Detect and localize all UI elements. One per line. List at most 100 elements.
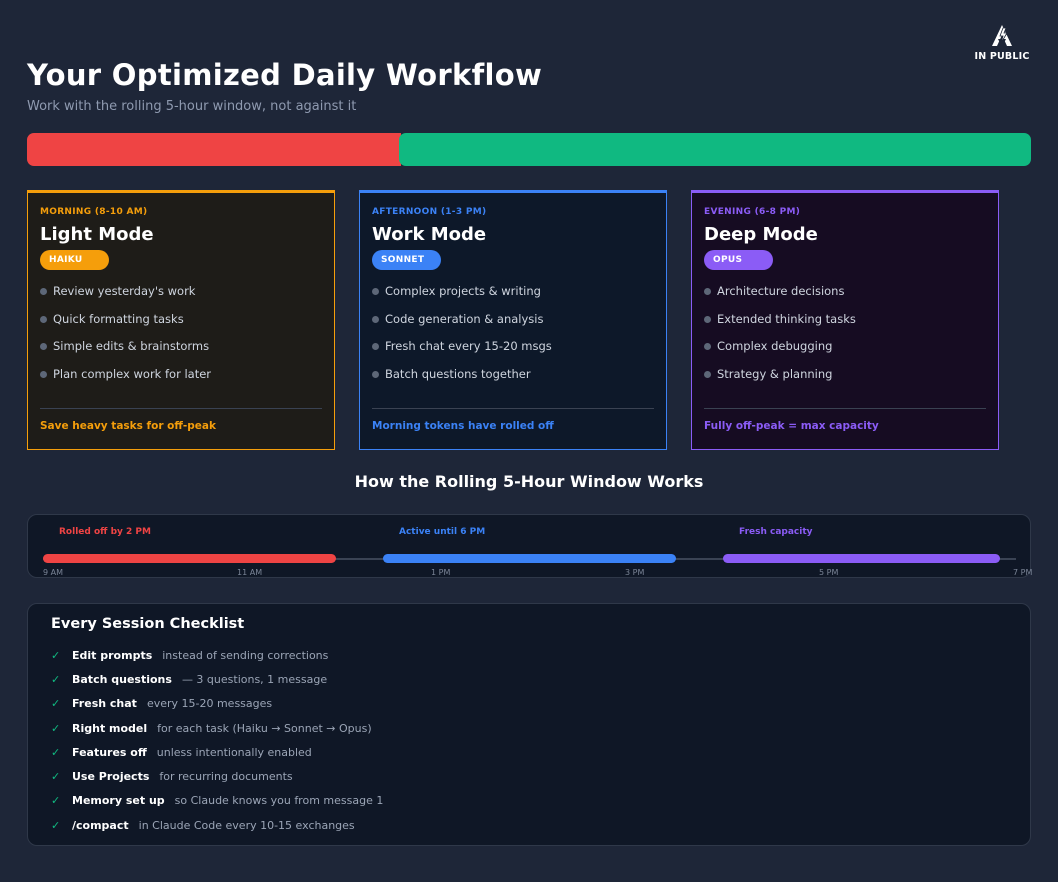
list-item-text: Strategy & planning <box>717 366 833 381</box>
checklist-item-desc: for recurring documents <box>159 770 293 784</box>
checklist-item: ✓ Use Projects for recurring documents <box>51 764 383 788</box>
checkmark-icon: ✓ <box>51 770 61 784</box>
checklist-item-label: Fresh chat <box>72 697 137 711</box>
card-period: EVENING (6-8 PM) <box>704 207 801 217</box>
timeline-tick: 9 AM <box>43 568 64 577</box>
checklist-item-desc: instead of sending corrections <box>162 648 329 662</box>
list-item-text: Review yesterday's work <box>53 284 196 298</box>
bullet-dot-icon <box>40 288 47 295</box>
timeline-tick: 1 PM <box>431 568 451 577</box>
page-subtitle: Work with the rolling 5-hour window, not… <box>27 99 357 114</box>
timeline-segment-active <box>383 554 676 563</box>
list-item: Quick formatting tasks <box>40 311 211 339</box>
list-item-text: Complex projects & writing <box>385 284 541 298</box>
card-work-mode: AFTERNOON (1-3 PM) Work Mode SONNET Comp… <box>359 190 667 450</box>
list-item: Extended thinking tasks <box>704 311 856 339</box>
checklist-item: ✓ Batch questions — 3 questions, 1 message <box>51 667 383 691</box>
checklist-item: ✓ Right model for each task (Haiku → Sonne… <box>51 716 383 740</box>
card-deep-mode: EVENING (6-8 PM) Deep Mode OPUS Architec… <box>691 190 999 450</box>
timeline-tick: 5 PM <box>819 568 839 577</box>
checklist-item-desc: every 15-20 messages <box>146 697 273 711</box>
bullet-dot-icon <box>40 315 47 323</box>
timeline-tick: 7 PM <box>1013 568 1033 577</box>
bullet-dot-icon <box>372 370 379 378</box>
page-title: Your Optimized Daily Workflow <box>27 58 543 92</box>
list-item-text: Fresh chat every 15-20 msgs <box>385 339 552 353</box>
checklist-item-desc: in Claude Code every 10-15 exchanges <box>138 818 355 832</box>
card-footer-note: Morning tokens have rolled off <box>372 420 554 432</box>
card-footer-note: Save heavy tasks for off-peak <box>40 420 216 432</box>
list-item-text: Plan complex work for later <box>53 366 212 381</box>
card-light-mode: MORNING (8-10 AM) Light Mode HAIKU Revie… <box>27 190 335 450</box>
list-item-text: Batch questions together <box>385 366 531 381</box>
brand-logo: IN PUBLIC <box>972 24 1032 62</box>
timeline-label-rolled-off: Rolled off by 2 PM <box>59 527 151 537</box>
timeline-tick: 11 AM <box>237 568 263 577</box>
peak-bar-segment <box>27 133 401 166</box>
checklist-item-label: /compact <box>72 818 129 832</box>
checkmark-icon: ✓ <box>51 818 61 832</box>
divider <box>372 408 654 409</box>
list-item-text: Architecture decisions <box>717 284 845 298</box>
checklist-item: ✓ Fresh chat every 15-20 messages <box>51 692 383 716</box>
bullet-dot-icon <box>372 343 379 350</box>
checklist-item-label: Use Projects <box>72 770 150 784</box>
list-item: Review yesterday's work <box>40 283 211 311</box>
list-item: Plan complex work for later <box>40 366 211 394</box>
model-badge-opus: OPUS <box>704 250 773 270</box>
timeline-segment-fresh <box>723 554 1000 563</box>
bullet-dot-icon <box>372 315 379 323</box>
bullet-dot-icon <box>704 315 711 323</box>
bullet-dot-icon <box>704 370 711 378</box>
list-item: Complex projects & writing <box>372 283 552 311</box>
divider <box>704 408 986 409</box>
checklist-title: Every Session Checklist <box>51 616 245 632</box>
card-title: Deep Mode <box>704 224 818 245</box>
model-badge-sonnet: SONNET <box>372 250 441 270</box>
checklist-item-desc: — 3 questions, 1 message <box>181 672 328 686</box>
bolt-a-logo-icon <box>992 25 1012 46</box>
checklist-items: ✓ Edit prompts instead of sending correcti… <box>51 643 383 837</box>
checklist-item-label: Memory set up <box>72 794 165 808</box>
timeline-label-active: Active until 6 PM <box>399 527 486 537</box>
list-item: Code generation & analysis <box>372 311 552 339</box>
list-item: Strategy & planning <box>704 366 856 394</box>
list-item: Simple edits & brainstorms <box>40 338 211 366</box>
list-item: Complex debugging <box>704 338 856 366</box>
card-title: Light Mode <box>40 224 154 245</box>
bullet-dot-icon <box>372 288 379 295</box>
timeline-tick: 3 PM <box>625 568 645 577</box>
timeline-label-fresh: Fresh capacity <box>739 527 813 537</box>
checkmark-icon: ✓ <box>51 794 61 808</box>
checklist-item: ✓ Memory set up so Claude knows you from m… <box>51 789 383 813</box>
list-item-text: Extended thinking tasks <box>717 311 856 326</box>
card-footer-note: Fully off-peak = max capacity <box>704 420 879 432</box>
card-period: MORNING (8-10 AM) <box>40 207 148 217</box>
divider <box>40 408 322 409</box>
checklist-item: ✓ /compact in Claude Code every 10-15 exch… <box>51 813 383 837</box>
off-peak-bar-segment <box>399 133 1031 166</box>
list-item-text: Simple edits & brainstorms <box>53 339 210 353</box>
card-task-list: Complex projects & writing Code generati… <box>372 283 552 393</box>
checkmark-icon: ✓ <box>51 745 61 759</box>
model-badge-haiku: HAIKU <box>40 250 109 270</box>
checklist-item-desc: for each task (Haiku → Sonnet → Opus) <box>157 721 372 735</box>
checklist-item: ✓ Edit prompts instead of sending correcti… <box>51 643 383 667</box>
card-title: Work Mode <box>372 224 487 245</box>
checkmark-icon: ✓ <box>51 697 61 711</box>
card-task-list: Architecture decisions Extended thinking… <box>704 283 856 393</box>
bullet-dot-icon <box>40 370 47 378</box>
card-task-list: Review yesterday's work Quick formatting… <box>40 283 211 393</box>
checklist-item-label: Features off <box>72 745 147 759</box>
checklist-item-desc: so Claude knows you from message 1 <box>174 794 384 808</box>
checkmark-icon: ✓ <box>51 672 61 686</box>
timeline-segment-rolled-off <box>43 554 336 563</box>
rolling-window-timeline: Rolled off by 2 PM Active until 6 PM Fre… <box>27 514 1033 578</box>
checklist-item: ✓ Features off unless intentionally enable… <box>51 740 383 764</box>
timeline-heading: How the Rolling 5-Hour Window Works <box>354 472 704 491</box>
list-item: Architecture decisions <box>704 283 856 311</box>
list-item: Batch questions together <box>372 366 552 394</box>
checklist-item-label: Edit prompts <box>72 648 153 662</box>
checklist-item-desc: unless intentionally enabled <box>156 745 312 759</box>
card-period: AFTERNOON (1-3 PM) <box>372 207 487 217</box>
